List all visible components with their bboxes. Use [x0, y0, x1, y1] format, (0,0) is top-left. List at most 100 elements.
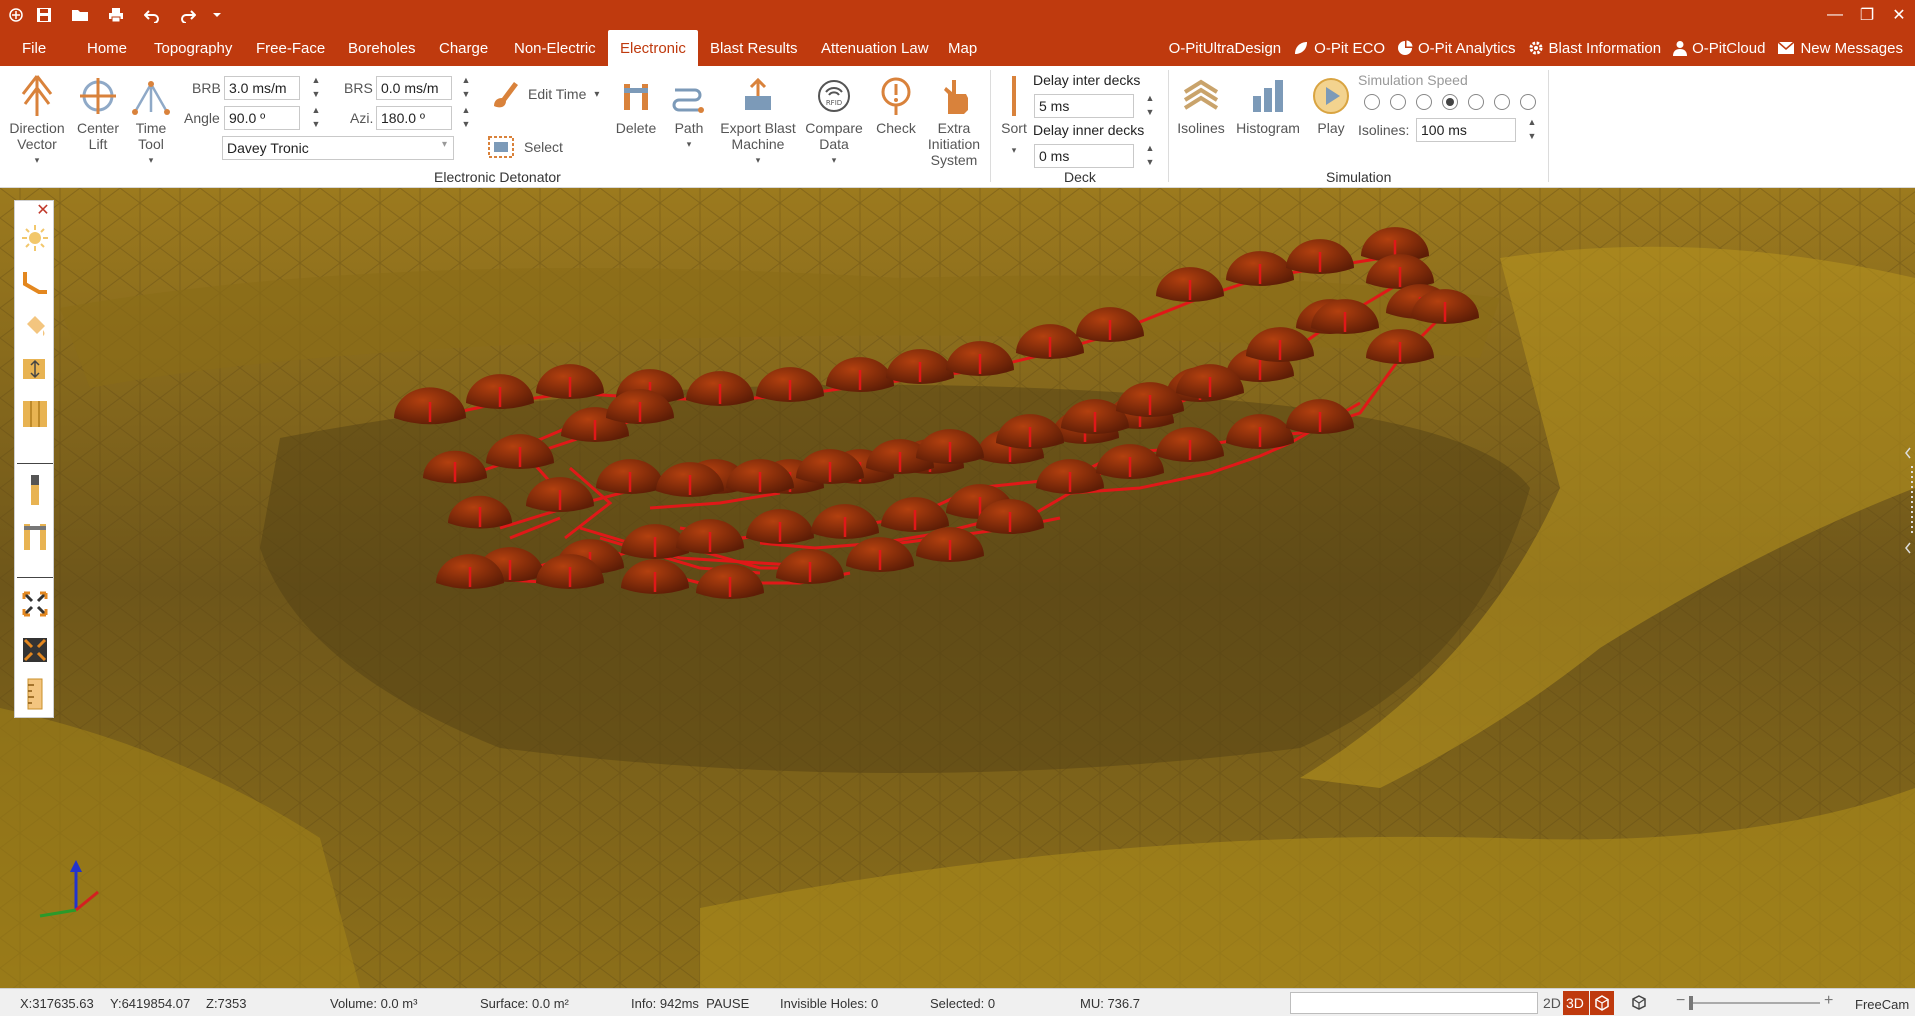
edit-time-button[interactable]: Edit Time ▾	[486, 76, 599, 112]
simulation-speed-radio-4[interactable]	[1442, 94, 1458, 110]
undo-icon[interactable]	[134, 0, 170, 30]
check-button[interactable]: Check	[872, 72, 920, 136]
angle-spin-up[interactable]: ▲	[310, 104, 322, 116]
orthographic-cube-icon[interactable]	[1630, 994, 1648, 1015]
brb-spin-up[interactable]: ▲	[310, 74, 322, 86]
tab-attenuation-law[interactable]: Attenuation Law	[809, 30, 941, 66]
isolines-spin-up[interactable]: ▲	[1526, 116, 1538, 128]
chevron-down-icon: ▾	[34, 155, 40, 165]
brs-spin-up[interactable]: ▲	[460, 74, 472, 86]
zoom-out-icon[interactable]: −	[1676, 993, 1685, 1009]
ribbon-tab-bar: File Home Topography Free-Face Boreholes…	[0, 30, 1915, 66]
app-logo-icon[interactable]	[6, 0, 26, 30]
delay-inter-spin-down[interactable]: ▼	[1144, 106, 1156, 118]
o-pit-analytics-label: O-Pit Analytics	[1418, 39, 1516, 57]
extra-initiation-system-button[interactable]: Extra Initiation System	[922, 72, 986, 168]
simulation-speed-radio-7[interactable]	[1520, 94, 1536, 110]
simulation-speed-radio-3[interactable]	[1416, 94, 1432, 110]
zoom-in-icon[interactable]: +	[1824, 993, 1833, 1009]
brb-spin-down[interactable]: ▼	[310, 88, 322, 100]
open-folder-icon[interactable]	[62, 0, 98, 30]
brs-input[interactable]: 0.0 ms/m	[376, 76, 452, 100]
tab-boreholes[interactable]: Boreholes	[336, 30, 428, 66]
tab-blast-results[interactable]: Blast Results	[698, 30, 810, 66]
3d-viewport[interactable]: ✕	[0, 188, 1915, 988]
delay-inter-spin-up[interactable]: ▲	[1144, 92, 1156, 104]
minimize-button[interactable]: —	[1819, 0, 1851, 30]
delay-inter-decks-input[interactable]: 5 ms	[1034, 94, 1134, 118]
blast-information-link[interactable]: Blast Information	[1528, 40, 1661, 57]
close-button[interactable]: ✕	[1883, 0, 1915, 30]
delay-inner-decks-input[interactable]: 0 ms	[1034, 144, 1134, 168]
select-button[interactable]: Select	[486, 132, 563, 162]
print-icon[interactable]	[98, 0, 134, 30]
histogram-button[interactable]: Histogram	[1230, 72, 1306, 136]
borehole-column-icon[interactable]	[19, 473, 51, 507]
o-pit-analytics-link[interactable]: O-Pit Analytics	[1397, 40, 1516, 57]
bench-height-icon[interactable]	[19, 351, 51, 385]
isolines-button[interactable]: Isolines	[1174, 72, 1228, 136]
simulation-speed-radio-6[interactable]	[1494, 94, 1510, 110]
tab-non-electric[interactable]: Non-Electric	[502, 30, 608, 66]
save-icon[interactable]	[26, 0, 62, 30]
path-button[interactable]: Path ▾	[666, 72, 712, 152]
view-2d-button[interactable]: 2D	[1543, 995, 1561, 1011]
o-pit-eco-link[interactable]: O-Pit ECO	[1293, 40, 1385, 57]
sun-icon[interactable]	[19, 221, 51, 255]
angle-input[interactable]: 90.0 º	[224, 106, 300, 130]
tab-topography[interactable]: Topography	[142, 30, 244, 66]
detonator-type-select[interactable]: Davey Tronic ▾	[222, 136, 454, 160]
time-tool-button[interactable]: Time Tool ▾	[126, 72, 176, 168]
simulation-speed-radio-5[interactable]	[1468, 94, 1484, 110]
azi-input[interactable]: 180.0 º	[376, 106, 452, 130]
o-pit-ultra-design-link[interactable]: O-PitUltraDesign	[1169, 40, 1282, 57]
grid-layers-icon[interactable]	[19, 397, 51, 431]
o-pit-eco-label: O-Pit ECO	[1314, 39, 1385, 57]
view-3d-button[interactable]: 3D	[1563, 991, 1589, 1015]
brb-input[interactable]: 3.0 ms/m	[224, 76, 300, 100]
o-pit-cloud-link[interactable]: O-PitCloud	[1673, 40, 1765, 57]
command-input[interactable]	[1290, 992, 1538, 1014]
tab-electronic[interactable]: Electronic	[608, 30, 698, 66]
angle-spin-down[interactable]: ▼	[310, 118, 322, 130]
restore-button[interactable]: ❐	[1851, 0, 1883, 30]
zoom-slider-track[interactable]	[1690, 1002, 1820, 1004]
isolines-spin-down[interactable]: ▼	[1526, 130, 1538, 142]
crosshair-icon	[80, 78, 116, 114]
export-blast-machine-button[interactable]: Export Blast Machine ▾	[716, 72, 800, 168]
azi-spin-down[interactable]: ▼	[460, 118, 472, 130]
zoom-slider-thumb[interactable]	[1689, 996, 1693, 1010]
terrain-scene	[0, 188, 1915, 988]
delay-inner-spin-down[interactable]: ▼	[1144, 156, 1156, 168]
slope-profile-icon[interactable]	[19, 265, 51, 299]
delay-inner-spin-up[interactable]: ▲	[1144, 142, 1156, 154]
tab-free-face[interactable]: Free-Face	[244, 30, 337, 66]
new-messages-link[interactable]: New Messages	[1777, 40, 1903, 57]
azi-spin-up[interactable]: ▲	[460, 104, 472, 116]
detonator-pair-icon[interactable]	[19, 519, 51, 553]
delete-button[interactable]: Delete	[612, 72, 660, 136]
collapse-view-icon[interactable]	[19, 633, 51, 667]
play-button[interactable]: Play	[1308, 72, 1354, 136]
isolines-interval-input[interactable]: 100 ms	[1416, 118, 1516, 142]
perspective-cube-icon[interactable]	[1590, 991, 1614, 1015]
ruler-icon[interactable]	[19, 677, 51, 711]
simulation-speed-radio-2[interactable]	[1390, 94, 1406, 110]
simulation-speed-radio-1[interactable]	[1364, 94, 1380, 110]
center-lift-button[interactable]: Center Lift	[70, 72, 126, 152]
fill-bucket-icon[interactable]	[19, 309, 51, 343]
expand-view-icon[interactable]	[19, 587, 51, 621]
tab-charge[interactable]: Charge	[427, 30, 500, 66]
brs-spin-down[interactable]: ▼	[460, 88, 472, 100]
tab-map[interactable]: Map	[936, 30, 989, 66]
sort-button[interactable]: Sort ▾	[996, 72, 1032, 158]
tab-home[interactable]: Home	[75, 30, 139, 66]
redo-icon[interactable]	[170, 0, 206, 30]
quick-access-dropdown-icon[interactable]	[206, 0, 228, 30]
detonator-type-value: Davey Tronic	[227, 140, 309, 156]
tab-file[interactable]: File	[10, 30, 58, 66]
direction-vector-button[interactable]: Direction Vector ▾	[6, 72, 68, 168]
compare-data-button[interactable]: RFID Compare Data ▾	[802, 72, 866, 168]
pie-chart-icon	[1398, 40, 1413, 55]
close-icon[interactable]: ✕	[35, 203, 51, 219]
